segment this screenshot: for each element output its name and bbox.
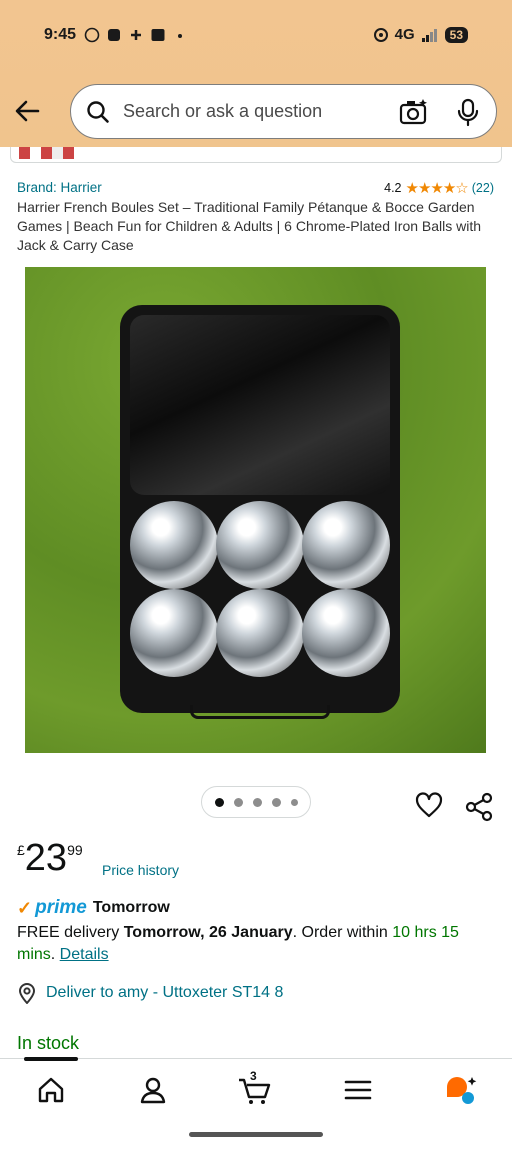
network-label: 4G — [394, 26, 415, 43]
product-title: Harrier French Boules Set – Traditional … — [17, 199, 482, 253]
image-carousel-indicator[interactable] — [201, 786, 311, 818]
cart-icon[interactable]: 3 — [238, 1069, 271, 1105]
heart-icon[interactable] — [414, 791, 444, 824]
notification-icons — [84, 27, 188, 43]
price-fraction: 99 — [67, 842, 83, 858]
cart-count-badge: 3 — [250, 1069, 257, 1083]
signal-icon — [421, 28, 437, 42]
carousel-dot[interactable] — [290, 798, 298, 806]
prime-check-icon: ✓ — [17, 897, 33, 918]
carousel-dot[interactable] — [233, 797, 243, 807]
price-whole: 23 — [24, 837, 68, 879]
menu-icon[interactable] — [343, 1075, 373, 1105]
boule-ball — [302, 501, 390, 589]
app-header: 9:45 4G 53 Search or ask a question — [0, 0, 512, 147]
carousel-dot[interactable] — [214, 797, 224, 807]
status-bar: 9:45 4G 53 — [0, 22, 512, 52]
battery-level: 53 — [444, 26, 468, 43]
teams-icon — [128, 27, 144, 43]
rating-value: 4.2 — [384, 181, 402, 195]
status-time: 9:45 — [44, 26, 77, 43]
app-notification-icon — [106, 27, 122, 43]
microphone-icon[interactable] — [455, 97, 481, 132]
prime-badge: ✓ prime Tomorrow — [17, 897, 170, 919]
boule-ball — [302, 589, 390, 677]
delivery-date: Tomorrow, 26 January — [123, 924, 293, 941]
status-right: 4G 53 — [373, 26, 468, 43]
price-currency: £ — [17, 842, 25, 858]
prime-delivery-day: Tomorrow — [92, 899, 170, 916]
boule-ball — [216, 501, 304, 589]
boule-ball — [216, 589, 304, 677]
stock-status: In stock — [17, 1033, 80, 1053]
mail-icon — [150, 27, 166, 43]
active-tab-indicator — [24, 1057, 78, 1061]
review-count[interactable]: (22) — [472, 181, 494, 195]
star-rating-icon: ★★★★☆ — [405, 180, 469, 197]
case-lid — [130, 315, 390, 495]
carousel-dot[interactable] — [271, 797, 281, 807]
delivery-prefix: FREE delivery — [17, 924, 124, 941]
case-handle — [190, 705, 330, 719]
carousel-dot[interactable] — [252, 797, 262, 807]
back-arrow-icon[interactable] — [12, 96, 42, 126]
carry-case — [120, 305, 400, 719]
whatsapp-icon — [84, 27, 100, 43]
brand-link[interactable]: Brand: Harrier — [17, 180, 102, 195]
boule-ball — [130, 589, 218, 677]
delivery-details-link[interactable]: Details — [60, 946, 109, 963]
camera-search-icon[interactable] — [399, 98, 429, 131]
prime-logo: prime — [35, 897, 87, 918]
price-history-link[interactable]: Price history — [102, 862, 179, 878]
deliver-to-text: Deliver to amy - Uttoxeter ST14 8 — [46, 984, 284, 1001]
gesture-bar[interactable] — [189, 1132, 323, 1137]
rating-summary[interactable]: 4.2 ★★★★☆ (22) — [384, 179, 494, 197]
deliver-to-location[interactable]: Deliver to amy - Uttoxeter ST14 8 — [17, 982, 283, 1004]
rufus-assistant-icon[interactable] — [444, 1075, 477, 1105]
search-placeholder: Search or ask a question — [123, 101, 323, 121]
product-image[interactable] — [25, 267, 486, 753]
delivery-separator: . — [50, 946, 60, 963]
boule-ball — [130, 501, 218, 589]
alarm-icon — [373, 27, 388, 42]
share-icon[interactable] — [465, 792, 493, 827]
dot-icon — [172, 27, 188, 43]
price-display: £ 23 99 — [17, 838, 83, 878]
thumbnail-image[interactable] — [19, 147, 74, 159]
bottom-navigation: 3 — [0, 1057, 512, 1118]
search-icon — [85, 99, 111, 130]
boules-balls — [130, 501, 390, 677]
delivery-info: FREE delivery Tomorrow, 26 January. Orde… — [17, 922, 497, 966]
home-icon[interactable] — [36, 1075, 66, 1105]
order-within-text: . Order within — [292, 924, 393, 941]
location-pin-icon — [18, 983, 36, 1004]
account-icon[interactable] — [138, 1075, 168, 1105]
sponsored-thumbnail-strip[interactable] — [10, 147, 502, 163]
search-bar[interactable]: Search or ask a question — [70, 84, 497, 139]
